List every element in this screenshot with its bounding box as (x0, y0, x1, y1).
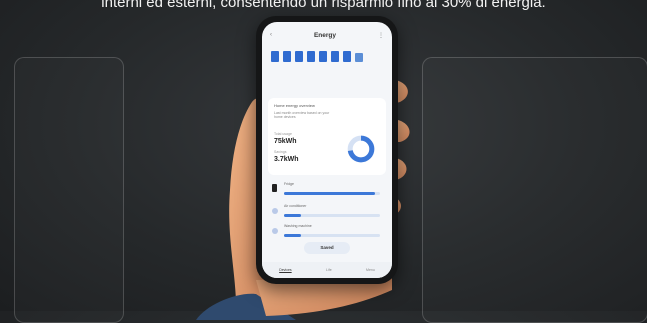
left-panel (14, 57, 124, 323)
nav-menu[interactable]: Menu (366, 268, 375, 272)
savings-value: 3.7kWh (274, 156, 299, 163)
device-label: Washing machine (284, 224, 312, 228)
device-row-fridge[interactable]: Fridge (268, 180, 386, 200)
device-label: Fridge (284, 182, 294, 186)
week-bar (319, 51, 327, 62)
washer-icon (272, 228, 278, 234)
device-usage-bar (284, 192, 380, 195)
usage-value: 75kWh (274, 138, 297, 145)
week-bar (343, 51, 351, 62)
card-subtitle: Last month overview based on your home d… (274, 111, 330, 119)
saved-button[interactable]: Saved (304, 242, 350, 254)
app-header: ‹ Energy ⋮ (270, 29, 384, 41)
app-title: Energy (313, 31, 337, 39)
savings-label: Savings (274, 150, 287, 154)
week-bar (307, 51, 315, 62)
week-bar (295, 51, 303, 62)
energy-overview-card: Home energy overview Last month overview… (268, 98, 386, 175)
weekly-usage-bars (271, 51, 363, 62)
week-bar (355, 52, 363, 62)
fridge-icon (272, 184, 277, 192)
device-row-ac[interactable]: Air conditioner (268, 202, 386, 222)
usage-donut-chart (347, 135, 375, 163)
right-panel (422, 57, 647, 323)
device-usage-bar (284, 234, 380, 237)
card-heading: Home energy overview (274, 103, 315, 108)
ac-icon (272, 208, 278, 214)
device-usage-fill (284, 234, 302, 237)
device-row-washer[interactable]: Washing machine (268, 222, 386, 242)
week-bar (283, 51, 291, 62)
more-icon[interactable]: ⋮ (378, 32, 384, 39)
device-label: Air conditioner (284, 204, 307, 208)
device-usage-bar (284, 214, 380, 217)
bottom-nav: Devices Life Menu (262, 262, 392, 278)
nav-life[interactable]: Life (326, 268, 332, 272)
device-usage-fill (284, 214, 302, 217)
nav-devices[interactable]: Devices (279, 268, 291, 272)
week-bar (271, 51, 279, 62)
usage-label: Total usage (274, 132, 292, 136)
device-usage-fill (284, 192, 376, 195)
phone-screen: ‹ Energy ⋮ Home energy overview Last mon… (262, 22, 392, 278)
week-bar (331, 51, 339, 62)
caption-text: interni ed esterni, consentendo un rispa… (101, 0, 546, 11)
back-icon[interactable]: ‹ (270, 32, 272, 38)
phone: ‹ Energy ⋮ Home energy overview Last mon… (256, 16, 398, 284)
